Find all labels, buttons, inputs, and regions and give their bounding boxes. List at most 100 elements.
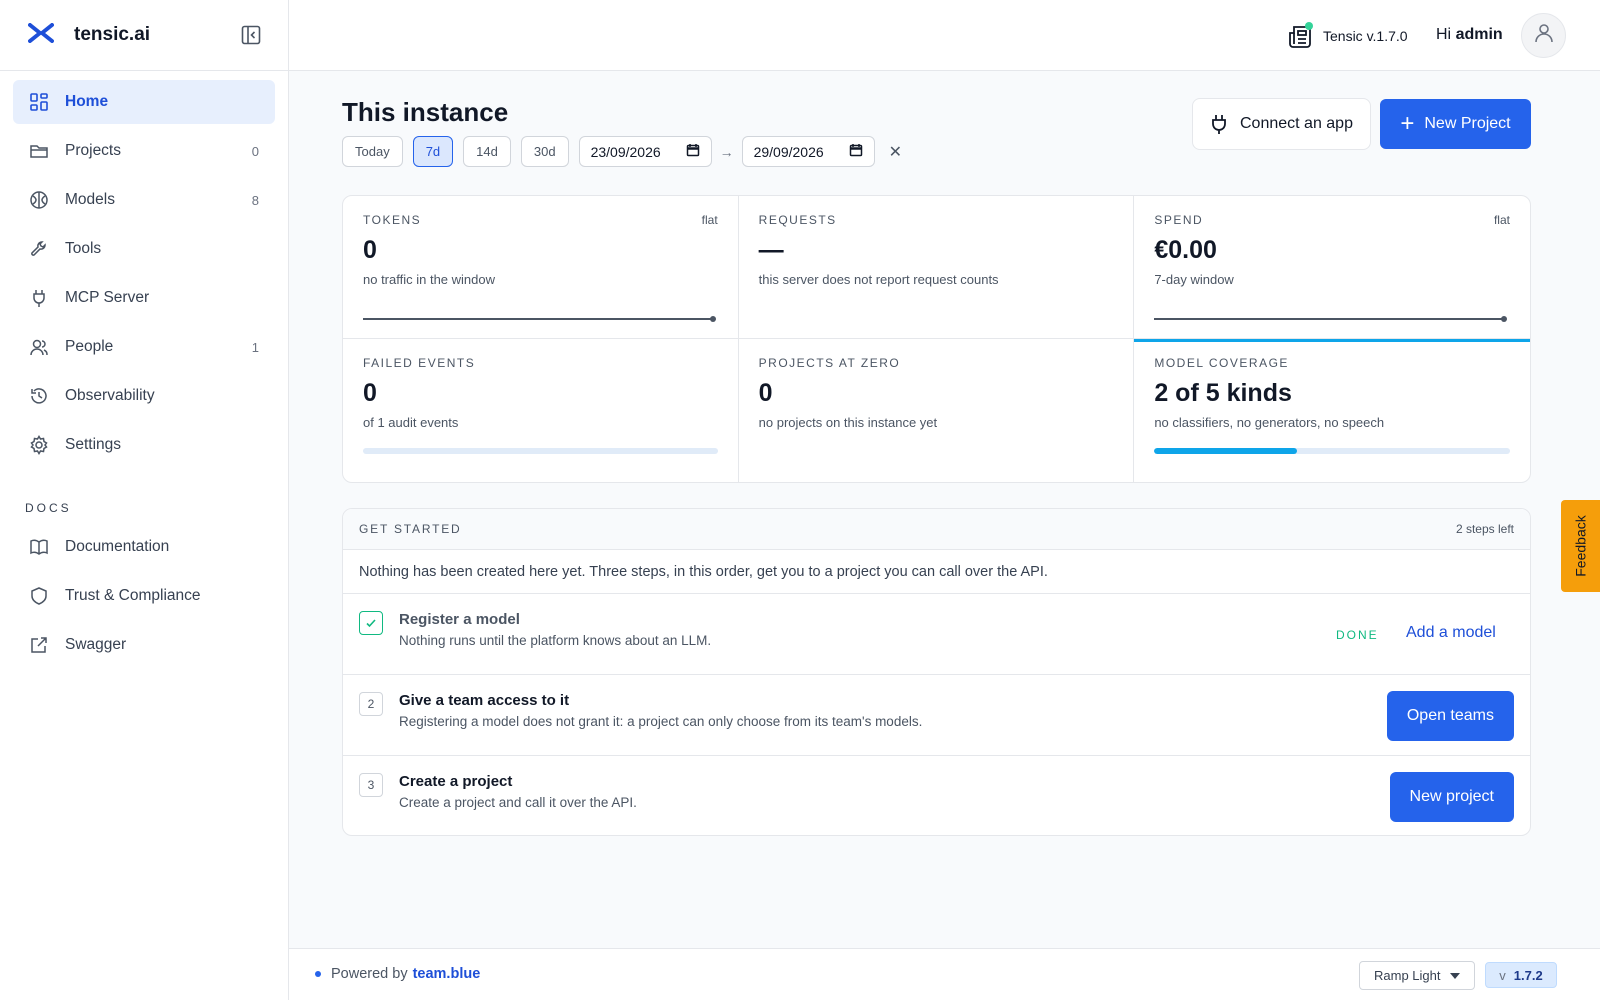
docs-nav: Documentation Trust & Compliance Swagger (0, 525, 288, 667)
sidebar: tensic.ai Home Projects 0 Models 8 Tools… (0, 0, 289, 1000)
version-label: Tensic v.1.7.0 (1323, 28, 1408, 44)
stats-grid: TOKENS flat 0 no traffic in the window R… (342, 195, 1531, 483)
bullet-dot (315, 971, 321, 977)
step-number: 2 (359, 692, 383, 716)
stat-label: FAILED EVENTS (363, 356, 476, 370)
folder-icon (29, 141, 49, 161)
stat-subtitle: no traffic in the window (363, 272, 495, 287)
clear-dates-icon[interactable]: ✕ (889, 142, 902, 162)
sidebar-item-people[interactable]: People 1 (13, 325, 275, 369)
add-model-link[interactable]: Add a model (1406, 624, 1496, 642)
sidebar-item-documentation[interactable]: Documentation (13, 525, 275, 569)
sidebar-item-label: Documentation (65, 538, 170, 555)
open-teams-button[interactable]: Open teams (1386, 691, 1514, 741)
docs-section-label: DOCS (25, 501, 72, 515)
history-icon (29, 386, 49, 406)
date-range-controls: Today 7d 14d 30d 23/09/2026 → 29/09/2026… (342, 136, 902, 167)
stat-subtitle: 7-day window (1154, 272, 1234, 287)
check-icon (359, 611, 383, 635)
sidebar-item-count: 8 (251, 192, 259, 208)
stat-card-tokens: TOKENS flat 0 no traffic in the window (343, 196, 739, 339)
powered-by-text: Powered by (331, 966, 408, 982)
sidebar-item-label: Swagger (65, 636, 127, 653)
team-blue-link[interactable]: team.blue (413, 966, 481, 982)
arrow-right-icon: → (719, 143, 734, 160)
sidebar-item-swagger[interactable]: Swagger (13, 623, 275, 667)
users-icon (29, 337, 49, 357)
stat-subtitle: this server does not report request coun… (758, 272, 999, 287)
sidebar-item-label: Trust & Compliance (65, 587, 201, 604)
sidebar-item-label: Tools (65, 240, 102, 257)
step-number: 3 (359, 773, 383, 797)
date-from-input[interactable]: 23/09/2026 (578, 136, 712, 167)
stat-label: REQUESTS (758, 213, 837, 227)
feedback-tab[interactable]: Feedback (1561, 500, 1600, 592)
connect-app-button[interactable]: Connect an app (1192, 98, 1371, 150)
sidebar-item-count: 0 (251, 143, 259, 159)
stat-subtitle: no classifiers, no generators, no speech (1154, 415, 1385, 430)
new-project-button[interactable]: + New Project (1380, 99, 1531, 149)
step-create-project: 3 Create a project Create a project and … (343, 756, 1530, 835)
stat-label: PROJECTS AT ZERO (758, 356, 901, 370)
topbar: Tensic v.1.7.0 Hi admin (289, 0, 1600, 71)
shield-icon (29, 586, 49, 606)
logo-icon (28, 22, 54, 48)
stat-value: 0 (363, 379, 377, 407)
get-started-label: GET STARTED (359, 522, 462, 536)
step-status-badge: DONE (1336, 628, 1379, 642)
steps-remaining: 2 steps left (1455, 522, 1514, 536)
date-to-input[interactable]: 29/09/2026 (741, 136, 875, 167)
stat-card-failed-events: FAILED EVENTS 0 of 1 audit events (343, 339, 739, 482)
step-title: Create a project (399, 773, 513, 790)
sidebar-item-home[interactable]: Home (13, 80, 275, 124)
feedback-label: Feedback (1572, 515, 1589, 577)
range-30d-button[interactable]: 30d (520, 136, 569, 167)
stat-label: MODEL COVERAGE (1154, 356, 1289, 370)
page-title: This instance (342, 97, 509, 127)
range-today-button[interactable]: Today (342, 136, 403, 167)
sparkline (363, 316, 716, 322)
theme-select-value: Ramp Light (1374, 968, 1441, 983)
stat-card-requests: REQUESTS — this server does not report r… (738, 196, 1135, 339)
stat-label: SPEND (1154, 213, 1204, 227)
step-title: Register a model (399, 611, 520, 628)
sidebar-item-tools[interactable]: Tools (13, 227, 275, 271)
sidebar-item-label: Projects (65, 142, 121, 159)
wrench-icon (29, 239, 49, 259)
newspaper-icon (1287, 22, 1315, 50)
sidebar-item-models[interactable]: Models 8 (13, 178, 275, 222)
step-description: Nothing runs until the platform knows ab… (399, 633, 712, 648)
sidebar-item-label: People (65, 338, 114, 355)
sidebar-item-count: 1 (251, 339, 259, 355)
step-description: Create a project and call it over the AP… (399, 795, 637, 810)
date-to-value: 29/09/2026 (753, 143, 824, 160)
footer: Powered by team.blue Ramp Light v 1.7.2 (289, 948, 1600, 1000)
sidebar-item-trust-compliance[interactable]: Trust & Compliance (13, 574, 275, 618)
release-notes-link[interactable]: Tensic v.1.7.0 (1287, 22, 1408, 50)
collapse-sidebar-icon[interactable] (240, 24, 262, 46)
user-icon (1533, 22, 1555, 49)
stat-value: 0 (363, 236, 377, 264)
sidebar-item-projects[interactable]: Projects 0 (13, 129, 275, 173)
avatar[interactable] (1521, 13, 1566, 58)
step-register-model: Register a model Nothing runs until the … (343, 594, 1530, 675)
stat-label: TOKENS (363, 213, 422, 227)
range-7d-button[interactable]: 7d (412, 136, 454, 167)
app-name: tensic.ai (74, 24, 151, 45)
sidebar-item-settings[interactable]: Settings (13, 423, 275, 467)
step-description: Registering a model does not grant it: a… (399, 714, 923, 729)
stat-value: — (758, 236, 784, 264)
sidebar-item-observability[interactable]: Observability (13, 374, 275, 418)
chevron-down-icon (1450, 972, 1460, 979)
theme-select[interactable]: Ramp Light (1359, 961, 1475, 990)
get-started-header: GET STARTED 2 steps left (343, 509, 1530, 550)
sidebar-item-label: Home (65, 93, 109, 110)
brand: tensic.ai (0, 0, 288, 71)
sidebar-nav: Home Projects 0 Models 8 Tools MCP Serve… (0, 71, 288, 467)
stat-trend-tag: flat (1493, 213, 1510, 227)
status-dot (1305, 22, 1313, 30)
new-project-step-button[interactable]: New project (1389, 772, 1514, 822)
range-14d-button[interactable]: 14d (463, 136, 511, 167)
sidebar-item-mcp-server[interactable]: MCP Server (13, 276, 275, 320)
stat-value: 2 of 5 kinds (1154, 379, 1292, 407)
